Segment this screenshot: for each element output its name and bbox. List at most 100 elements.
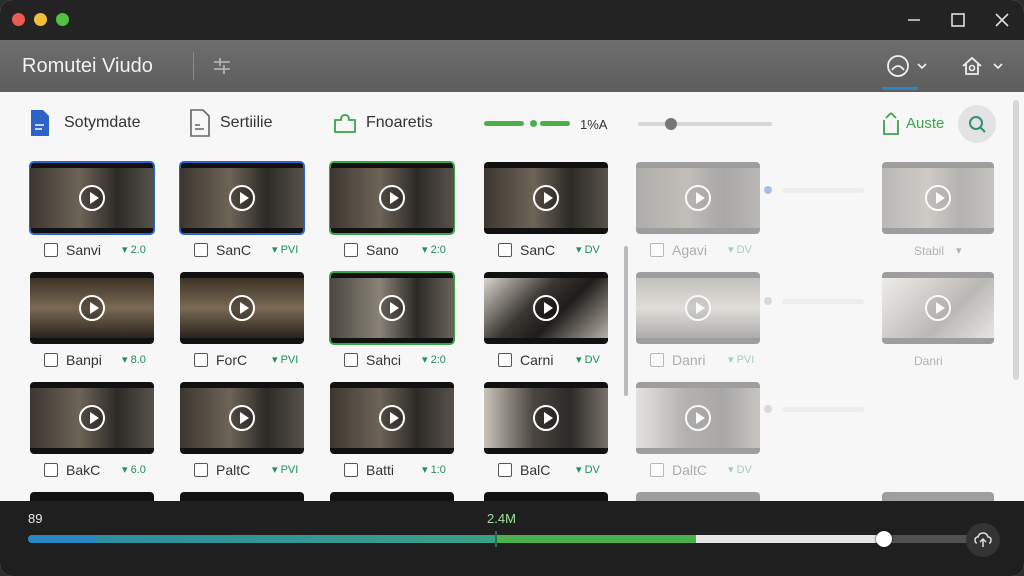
video-tile[interactable]: Batti ▾ 1:0 xyxy=(330,382,454,482)
video-thumbnail[interactable] xyxy=(882,492,994,501)
video-thumbnail[interactable] xyxy=(882,162,994,234)
video-tile[interactable]: Sano ▾ 2:0 xyxy=(329,161,455,262)
play-icon[interactable] xyxy=(379,185,405,211)
play-icon[interactable] xyxy=(685,185,711,211)
toolbar-item-fnoaretis[interactable]: Fnoaretis xyxy=(332,106,452,142)
video-meta[interactable]: ▾ DV xyxy=(576,463,600,476)
upload-button[interactable] xyxy=(966,523,1000,557)
video-meta[interactable]: ▾ 2.0 xyxy=(122,243,146,256)
video-meta[interactable]: ▾ PVI xyxy=(272,243,298,256)
video-tile[interactable]: Sahci ▾ 2:0 xyxy=(329,271,455,372)
window-scrollbar[interactable] xyxy=(1013,100,1019,380)
video-thumbnail[interactable] xyxy=(180,492,304,501)
select-checkbox[interactable] xyxy=(650,353,664,367)
zoom-slider-thumb[interactable] xyxy=(665,118,677,130)
maximize-dot-button[interactable] xyxy=(56,13,69,26)
toolbar-item-sotymdate[interactable]: Sotymdate xyxy=(28,106,158,142)
play-icon[interactable] xyxy=(79,295,105,321)
zoom-slider[interactable] xyxy=(638,118,772,130)
video-thumbnail[interactable] xyxy=(882,272,994,344)
select-checkbox[interactable] xyxy=(344,243,358,257)
video-tile[interactable]: Stabil ▾ xyxy=(882,162,994,262)
select-checkbox[interactable] xyxy=(44,243,58,257)
video-thumbnail[interactable] xyxy=(636,272,760,344)
video-thumbnail[interactable] xyxy=(180,272,304,344)
select-checkbox[interactable] xyxy=(650,463,664,477)
home-icon[interactable] xyxy=(958,52,986,80)
video-thumbnail[interactable] xyxy=(30,382,154,454)
video-thumbnail[interactable] xyxy=(484,492,608,501)
panel-scrollbar[interactable] xyxy=(624,246,628,396)
video-meta[interactable]: ▾ xyxy=(956,244,962,257)
select-checkbox[interactable] xyxy=(44,463,58,477)
minimize-dot-button[interactable] xyxy=(34,13,47,26)
play-icon[interactable] xyxy=(925,295,951,321)
video-tile[interactable]: Agavi ▾ DV xyxy=(636,162,760,262)
video-tile[interactable]: BakC ▾ 6.0 xyxy=(30,382,154,482)
video-tile[interactable]: ForC ▾ PVI xyxy=(180,272,304,372)
video-tile[interactable]: Danri ▾ PVI xyxy=(636,272,760,372)
video-thumbnail[interactable] xyxy=(329,161,455,235)
video-tile[interactable]: Danri xyxy=(882,272,994,372)
chevron-down-icon[interactable] xyxy=(916,60,928,72)
select-checkbox[interactable] xyxy=(344,463,358,477)
video-thumbnail[interactable] xyxy=(329,271,455,345)
auste-button[interactable]: Auste xyxy=(880,108,950,140)
video-tile[interactable]: PaltC ▾ PVI xyxy=(180,382,304,482)
minimize-icon[interactable] xyxy=(902,8,926,32)
close-dot-button[interactable] xyxy=(12,13,25,26)
play-icon[interactable] xyxy=(533,405,559,431)
video-meta[interactable]: ▾ 2:0 xyxy=(422,243,446,256)
video-meta[interactable]: ▾ 1:0 xyxy=(422,463,446,476)
video-thumbnail[interactable] xyxy=(484,382,608,454)
video-thumbnail[interactable] xyxy=(330,382,454,454)
play-icon[interactable] xyxy=(79,185,105,211)
video-thumbnail[interactable] xyxy=(330,492,454,501)
select-checkbox[interactable] xyxy=(344,353,358,367)
video-tile[interactable]: Sanvi ▾ 2.0 xyxy=(29,161,155,262)
video-tile[interactable]: BalC ▾ DV xyxy=(484,382,608,482)
select-checkbox[interactable] xyxy=(194,353,208,367)
video-thumbnail[interactable] xyxy=(636,492,760,501)
chevron-down-icon[interactable] xyxy=(992,60,1004,72)
select-checkbox[interactable] xyxy=(44,353,58,367)
play-icon[interactable] xyxy=(79,405,105,431)
play-icon[interactable] xyxy=(533,295,559,321)
maximize-icon[interactable] xyxy=(946,8,970,32)
close-icon[interactable] xyxy=(990,8,1014,32)
select-checkbox[interactable] xyxy=(194,243,208,257)
video-thumbnail[interactable] xyxy=(30,272,154,344)
play-icon[interactable] xyxy=(925,185,951,211)
video-meta[interactable]: ▾ DV xyxy=(576,243,600,256)
filter-icon[interactable] xyxy=(210,54,234,78)
video-meta[interactable]: ▾ DV xyxy=(728,243,752,256)
video-thumbnail[interactable] xyxy=(29,161,155,235)
video-thumbnail[interactable] xyxy=(636,382,760,454)
search-button[interactable] xyxy=(958,105,996,143)
play-icon[interactable] xyxy=(229,295,255,321)
account-icon[interactable] xyxy=(884,52,912,80)
play-icon[interactable] xyxy=(229,405,255,431)
play-icon[interactable] xyxy=(379,405,405,431)
play-icon[interactable] xyxy=(229,185,255,211)
video-meta[interactable]: ▾ 6.0 xyxy=(122,463,146,476)
video-thumbnail[interactable] xyxy=(30,492,154,501)
select-checkbox[interactable] xyxy=(498,243,512,257)
video-tile[interactable]: SanC ▾ DV xyxy=(484,162,608,262)
video-thumbnail[interactable] xyxy=(179,161,305,235)
video-tile[interactable]: DaltC ▾ DV xyxy=(636,382,760,482)
play-icon[interactable] xyxy=(533,185,559,211)
select-checkbox[interactable] xyxy=(498,463,512,477)
select-checkbox[interactable] xyxy=(194,463,208,477)
video-thumbnail[interactable] xyxy=(484,162,608,234)
play-icon[interactable] xyxy=(685,405,711,431)
video-meta[interactable]: ▾ DV xyxy=(728,463,752,476)
select-checkbox[interactable] xyxy=(650,243,664,257)
video-meta[interactable]: ▾ PVI xyxy=(728,353,754,366)
play-icon[interactable] xyxy=(379,295,405,321)
video-meta[interactable]: ▾ DV xyxy=(576,353,600,366)
video-thumbnail[interactable] xyxy=(636,162,760,234)
toolbar-item-sertiilie[interactable]: Sertiilie xyxy=(188,106,298,142)
video-meta[interactable]: ▾ 8.0 xyxy=(122,353,146,366)
video-tile[interactable]: SanC ▾ PVI xyxy=(179,161,305,262)
